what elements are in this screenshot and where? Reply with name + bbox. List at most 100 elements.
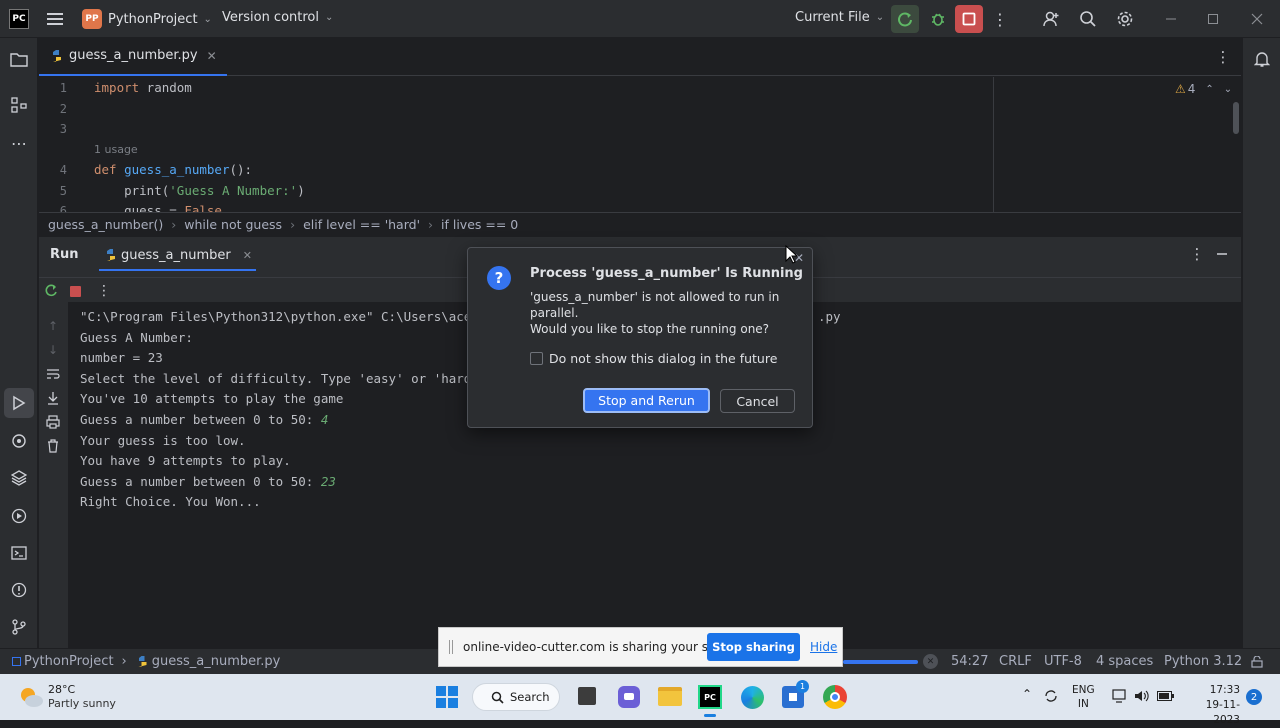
stop-and-rerun-button[interactable]: Stop and Rerun (583, 388, 710, 413)
caret-position[interactable]: 54:27 (951, 654, 988, 669)
task-view-icon[interactable] (578, 687, 596, 705)
breadcrumb-item[interactable]: if lives == 0 (441, 217, 518, 232)
scroll-to-end-icon[interactable] (44, 389, 62, 407)
lock-icon[interactable] (1250, 655, 1264, 669)
line-separator[interactable]: CRLF (999, 654, 1032, 669)
search-icon[interactable] (1077, 8, 1099, 30)
run-panel-options-icon[interactable]: ⋮ (1189, 243, 1205, 265)
add-user-icon[interactable] (1040, 8, 1062, 30)
main-menu-icon[interactable] (45, 10, 65, 28)
language-indicator[interactable]: ENG IN (1072, 683, 1095, 711)
chevron-up-icon[interactable]: ⌃ (1022, 687, 1032, 701)
editor-scrollbar-thumb[interactable] (1233, 102, 1239, 134)
windows-start-icon[interactable] (436, 686, 458, 708)
app-logo: PC (9, 9, 29, 29)
usage-hint[interactable]: 1 usage (39, 140, 138, 161)
chevron-down-icon[interactable]: ⌄ (1224, 84, 1232, 95)
project-square-icon (12, 657, 21, 666)
breadcrumb-item[interactable]: guess_a_number() (48, 217, 163, 232)
chevron-down-icon: ⌄ (325, 12, 334, 23)
stop-sharing-button[interactable]: Stop sharing (707, 633, 800, 661)
python-packages-icon[interactable] (8, 467, 30, 489)
editor-tab-options-icon[interactable]: ⋮ (1215, 46, 1231, 68)
rerun-button[interactable] (891, 5, 919, 33)
dont-show-checkbox[interactable] (530, 352, 543, 365)
network-icon[interactable] (1110, 688, 1128, 704)
taskbar-search[interactable]: Search (472, 683, 560, 711)
run-tab[interactable]: guess_a_number ✕ (99, 241, 256, 271)
status-path[interactable]: PythonProject › guess_a_number.py (12, 654, 280, 669)
run-config-selector[interactable]: Current File ⌄ (795, 10, 884, 25)
console-line: Guess A Number: (80, 328, 193, 349)
code-line: 3 (39, 119, 94, 140)
more-tools-icon[interactable]: ⋯ (8, 132, 30, 154)
editor-tab-row: guess_a_number.py ✕ ⋮ (39, 38, 1241, 76)
weather-widget[interactable]: 28°C Partly sunny (18, 683, 116, 711)
editor-tab-label: guess_a_number.py (69, 48, 198, 63)
python-file-icon (53, 49, 61, 62)
notification-count-badge[interactable]: 2 (1246, 689, 1262, 705)
pycharm-taskbar-icon[interactable]: PC (698, 685, 722, 709)
print-icon[interactable] (44, 413, 62, 431)
debug-button[interactable] (926, 6, 950, 32)
console-user-input: 4 (320, 412, 329, 427)
right-tool-window-bar (1242, 38, 1280, 648)
dont-show-checkbox-row[interactable]: Do not show this dialog in the future (530, 351, 777, 366)
breadcrumb-item[interactable]: while not guess (184, 217, 282, 232)
run-tab-label: guess_a_number (121, 247, 231, 263)
settings-gear-icon[interactable] (1114, 8, 1136, 30)
console-line: "C:\Program Files\Python312\python.exe" … (80, 307, 471, 328)
structure-icon[interactable] (8, 94, 30, 116)
git-icon[interactable] (8, 616, 30, 638)
more-actions-icon[interactable]: ⋮ (992, 8, 1008, 30)
chrome-browser-icon[interactable] (823, 685, 847, 709)
breadcrumb-item[interactable]: elif level == 'hard' (303, 217, 420, 232)
soft-wrap-icon[interactable] (44, 365, 62, 383)
edge-browser-icon[interactable] (741, 686, 764, 709)
line-number: 4 (59, 163, 67, 178)
clock[interactable]: 17:33 19-11-2023 (1184, 683, 1240, 728)
problems-icon[interactable] (8, 579, 30, 601)
run-tool-icon[interactable] (4, 388, 34, 418)
services-icon[interactable] (8, 505, 30, 527)
close-tab-icon[interactable]: ✕ (243, 249, 252, 262)
chevron-up-icon[interactable]: ⌃ (1205, 84, 1213, 95)
restore-window-icon[interactable] (1202, 8, 1224, 30)
indent-setting[interactable]: 4 spaces (1096, 654, 1153, 669)
file-encoding[interactable]: UTF-8 (1044, 654, 1082, 669)
inspection-widget[interactable]: ⚠ 4 ⌃ ⌄ (1175, 82, 1232, 96)
battery-icon[interactable] (1156, 689, 1174, 703)
cancel-button[interactable]: Cancel (720, 389, 795, 413)
drag-handle-icon[interactable] (449, 640, 453, 654)
stop-icon[interactable] (66, 282, 84, 300)
status-project: PythonProject (24, 654, 114, 669)
project-folder-icon[interactable] (8, 48, 30, 70)
close-tab-icon[interactable]: ✕ (207, 49, 217, 63)
hide-panel-icon[interactable] (1213, 243, 1231, 265)
notifications-bell-icon[interactable] (1251, 48, 1273, 70)
cancel-progress-icon[interactable]: ✕ (923, 654, 938, 669)
scroll-up-icon[interactable]: ↑ (44, 317, 62, 335)
scroll-down-icon[interactable]: ↓ (44, 341, 62, 359)
minimize-window-icon[interactable] (1160, 8, 1182, 30)
project-switcher[interactable]: PP PythonProject ⌄ (82, 9, 212, 29)
code-view[interactable]: 1 import random 2 3 1 usage 4 def guess_a_numb… (39, 78, 979, 212)
hide-link[interactable]: Hide (810, 640, 837, 654)
python-console-icon[interactable] (8, 430, 30, 452)
rerun-icon (898, 12, 912, 27)
vcs-menu[interactable]: Version control ⌄ (222, 10, 333, 25)
python-interpreter[interactable]: Python 3.12 (1164, 654, 1242, 669)
file-explorer-icon[interactable] (658, 687, 682, 706)
terminal-icon[interactable] (8, 542, 30, 564)
line-number: 1 (59, 81, 67, 96)
clear-all-trash-icon[interactable] (44, 437, 62, 455)
rerun-icon[interactable] (42, 282, 60, 300)
teams-chat-icon[interactable] (618, 686, 640, 708)
editor-tab[interactable]: guess_a_number.py ✕ (39, 38, 227, 76)
close-window-icon[interactable] (1246, 8, 1268, 30)
volume-icon[interactable] (1133, 688, 1151, 704)
stop-button[interactable] (955, 5, 983, 33)
sync-icon[interactable] (1043, 688, 1059, 704)
more-run-actions-icon[interactable]: ⋮ (97, 281, 111, 301)
console-line: You have 9 attempts to play. (80, 451, 291, 472)
